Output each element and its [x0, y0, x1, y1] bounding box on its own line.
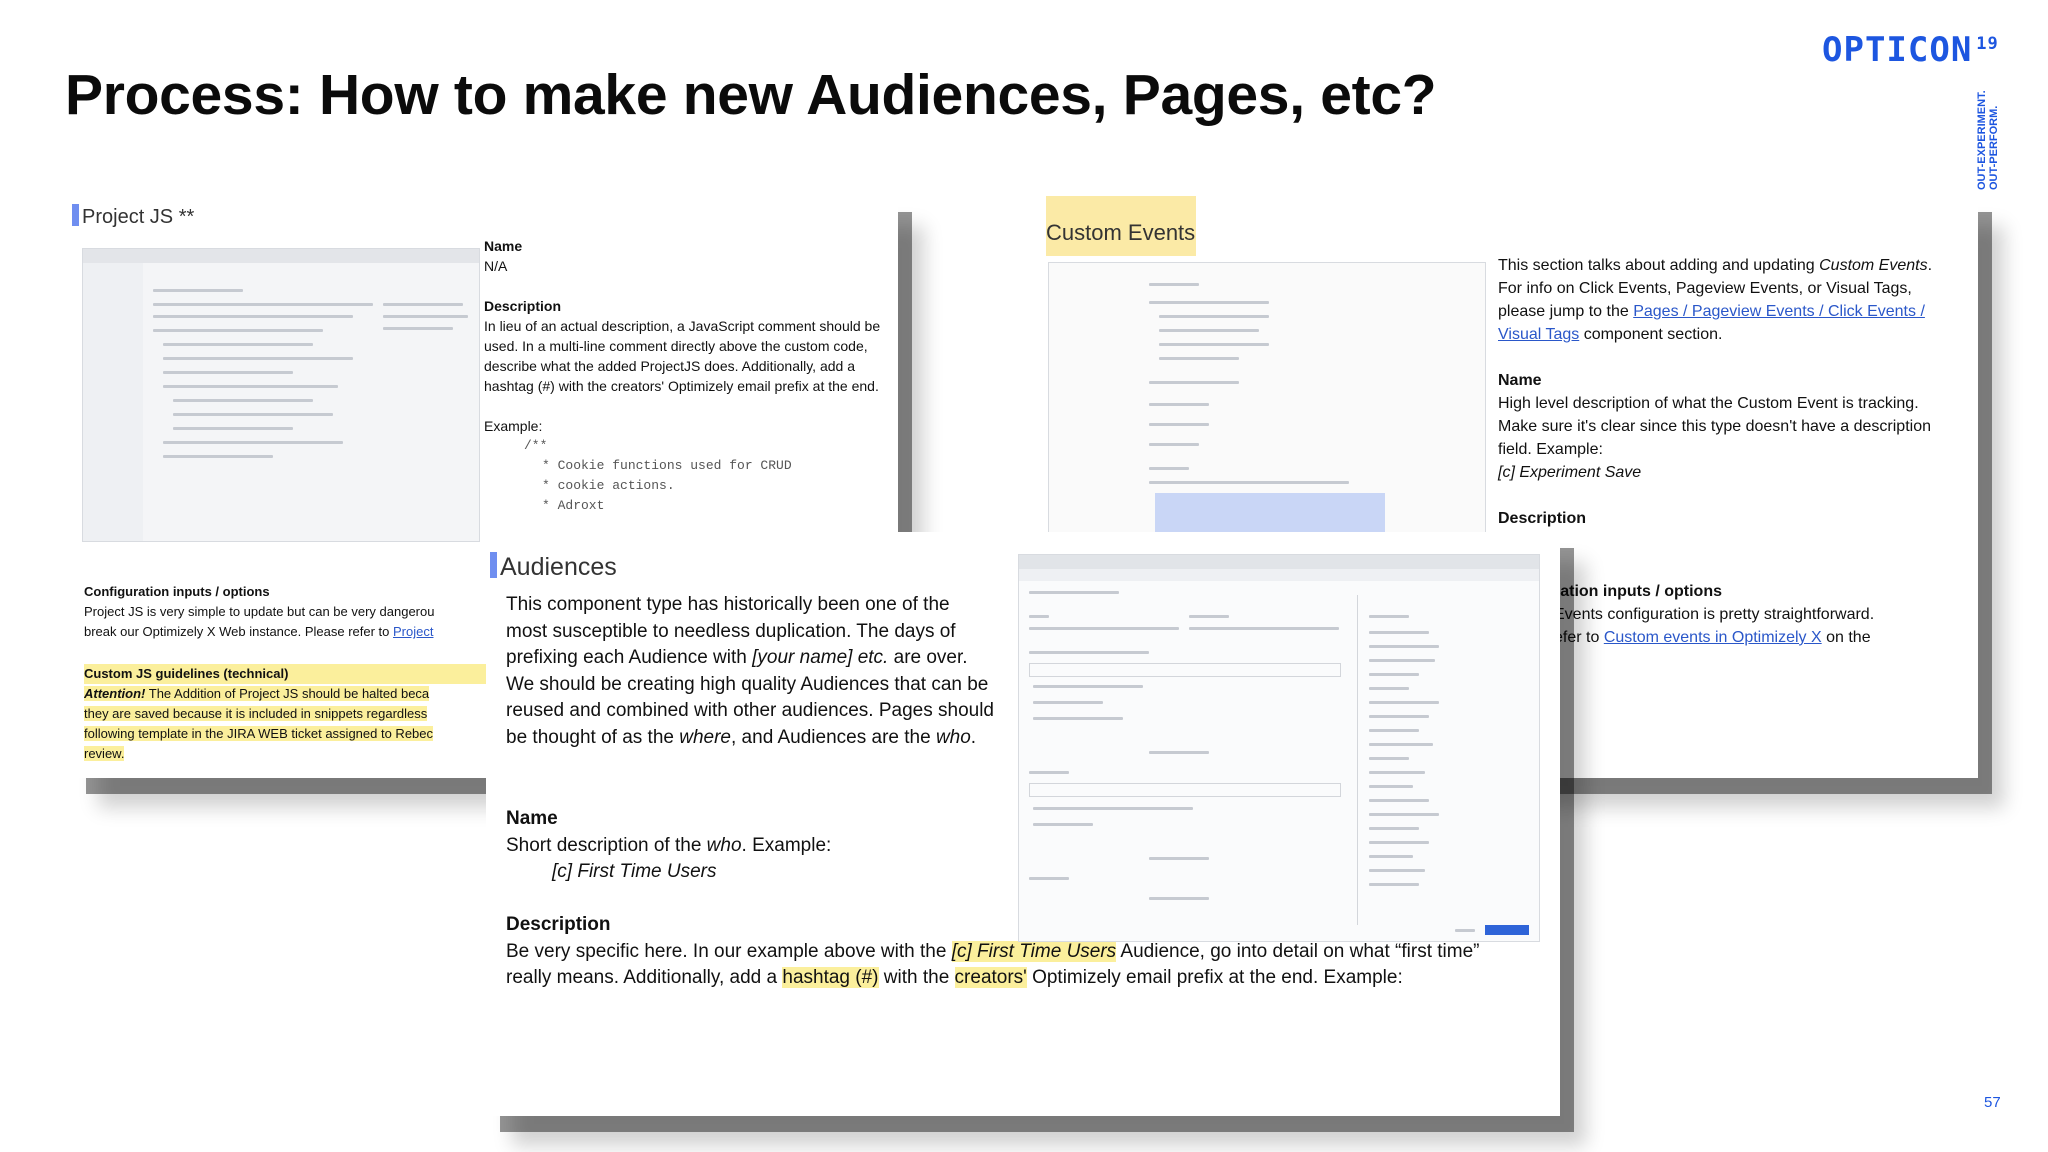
config-text-2: break our Optimizely X Web instance. Ple… — [84, 622, 504, 642]
tagline-line-2: OUT-PERFORM. — [1988, 105, 2000, 190]
name-example: [c] Experiment Save — [1498, 464, 1642, 481]
intro-em3: who — [935, 726, 971, 748]
intro-em: Custom Events — [1819, 257, 1928, 274]
code-example: /** * Cookie functions used for CRUD * c… — [484, 436, 884, 516]
code-line-3: * cookie actions. — [542, 478, 675, 493]
tagline-line-1: OUT-EXPERIMENT. — [1976, 90, 1988, 190]
intro-4: . — [970, 726, 977, 748]
guide-text-4a: review. — [84, 746, 125, 761]
config-text-2b: on the — [1821, 629, 1871, 646]
custom-events-link[interactable]: Custom events in Optimizely X — [1604, 629, 1822, 646]
project-js-config: Configuration inputs / options Project J… — [84, 582, 504, 764]
description-text: Be very specific here. In our example ab… — [506, 939, 1516, 992]
config-text-1: Project JS is very simple to update but … — [84, 604, 435, 619]
guide-attention: Attention! — [84, 686, 146, 701]
project-link[interactable]: Project — [393, 624, 433, 639]
intro-1: This section talks about adding and upda… — [1498, 257, 1820, 274]
guide-text-3a: following template in the JIRA WEB ticke… — [84, 726, 434, 741]
guide-text-3: following template in the JIRA WEB ticke… — [84, 724, 504, 744]
code-line-2: * Cookie functions used for CRUD — [542, 458, 792, 473]
description-text: In lieu of an actual description, a Java… — [484, 318, 881, 394]
intro-em2: where — [679, 726, 731, 748]
description-label: Description — [1498, 510, 1587, 527]
name-label: Name — [1498, 372, 1542, 389]
custom-events-title-text: Custom Events — [1046, 220, 1196, 245]
guide-text-1a: The Addition of Project JS should be hal… — [145, 686, 430, 701]
project-js-title-text: Project JS ** — [82, 206, 195, 228]
opticon-logo: OPTICON 19 — [1822, 30, 1999, 70]
guide-text-4: review. — [84, 744, 504, 764]
code-line-4: * Adroxt — [542, 498, 605, 513]
desc-4: Optimizely email prefix at the end. Exam… — [1026, 967, 1403, 988]
project-js-fields: Name N/A Description In lieu of an actua… — [484, 236, 884, 516]
guide-label: Custom JS guidelines (technical) — [84, 664, 504, 684]
config-text-2a: break our Optimizely X Web instance. Ple… — [84, 624, 394, 639]
name-em: who — [706, 834, 742, 856]
page-number: 57 — [1984, 1094, 2001, 1111]
name-text-1: Short description of the — [506, 834, 707, 856]
name-text: High level description of what the Custo… — [1498, 395, 1931, 458]
name-value: N/A — [484, 258, 508, 274]
guide-text-2: they are saved because it is included in… — [84, 704, 504, 724]
name-text: Short description of the who. Example: — [506, 833, 996, 860]
custom-events-intro: This section talks about adding and upda… — [1498, 254, 1958, 346]
desc-3: with the — [878, 967, 955, 988]
config-label: Configuration inputs / options — [84, 584, 270, 599]
audiences-title: Audiences — [490, 552, 617, 582]
custom-events-title: Custom Events — [1046, 196, 1196, 256]
desc-1: Be very specific here. In our example ab… — [506, 940, 952, 962]
config-text-1: Events configuration is pretty straightf… — [1554, 606, 1875, 623]
tagline: OUT-EXPERIMENT. OUT-PERFORM. — [1976, 90, 2000, 190]
custom-events-screenshot — [1048, 262, 1486, 544]
desc-hl2: hashtag (#) — [782, 967, 879, 988]
custom-events-text: This section talks about adding and upda… — [1498, 254, 1958, 530]
name-label: Name — [506, 808, 558, 829]
name-example: [c] First Time Users — [552, 861, 717, 882]
guide-label-text: Custom JS guidelines (technical) — [84, 666, 289, 681]
guide-text-1: Attention! The Addition of Project JS sh… — [84, 684, 504, 704]
name-label: Name — [484, 238, 523, 254]
guide-text-2a: they are saved because it is included in… — [84, 706, 428, 721]
description-label: Description — [484, 298, 562, 314]
intro-3: , and Audiences are the — [731, 726, 936, 748]
audiences-name: Name Short description of the who. Examp… — [506, 806, 996, 886]
project-js-title: Project JS ** — [72, 204, 194, 229]
slide-title: Process: How to make new Audiences, Page… — [65, 63, 1437, 127]
config-label: ration inputs / options — [1554, 583, 1722, 600]
code-line-1: /** — [524, 438, 548, 453]
config-text-2: efer to Custom events in Optimizely X on… — [1554, 626, 1974, 649]
section-marker — [490, 552, 497, 578]
audiences-card: Audiences This component type has histor… — [486, 532, 1560, 1116]
desc-hl1: [c] First Time Users — [951, 940, 1117, 962]
desc-hl3: creators' — [954, 967, 1027, 988]
logo-text: OPTICON — [1822, 30, 1973, 70]
intro-3: component section. — [1579, 326, 1723, 343]
audiences-title-text: Audiences — [500, 553, 617, 581]
section-marker — [72, 204, 79, 226]
logo-sup: 19 — [1976, 34, 1999, 54]
audiences-screenshot — [1018, 554, 1540, 942]
custom-events-config: ration inputs / options Events configura… — [1554, 580, 1974, 649]
audiences-intro: This component type has historically bee… — [506, 592, 996, 751]
name-text-2: . Example: — [741, 834, 832, 856]
config-text-2a: efer to — [1554, 629, 1604, 646]
intro-em1: [your name] etc. — [752, 647, 889, 668]
project-js-screenshot — [82, 248, 480, 542]
example-label: Example: — [484, 418, 543, 434]
